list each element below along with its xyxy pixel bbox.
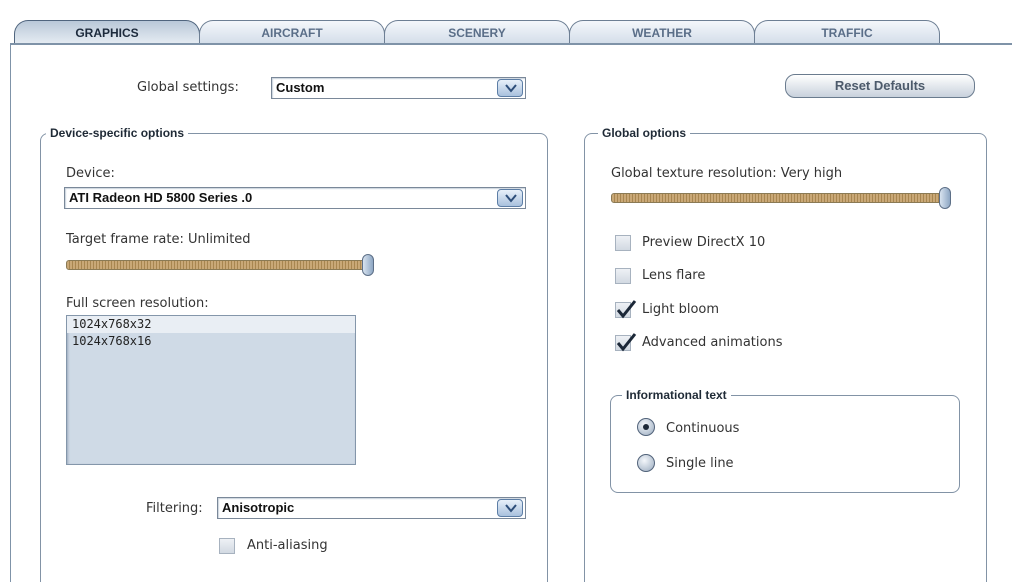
chevron-down-icon[interactable]: [497, 499, 523, 517]
tab-graphics[interactable]: GRAPHICS: [14, 20, 200, 45]
radio-dot-icon: [643, 424, 649, 430]
radio-single-line[interactable]: [637, 454, 655, 472]
tab-underline: [10, 43, 1012, 45]
anti-aliasing-label: Anti-aliasing: [247, 538, 328, 553]
resolution-item[interactable]: 1024x768x16: [67, 333, 355, 350]
resolution-label: Full screen resolution:: [66, 296, 209, 311]
chevron-down-icon[interactable]: [497, 79, 523, 97]
continuous-label: Continuous: [666, 421, 740, 436]
preview-directx10-checkbox[interactable]: [615, 235, 631, 251]
filtering-select[interactable]: Anisotropic: [217, 497, 526, 519]
tab-graphics-label: GRAPHICS: [75, 26, 139, 40]
lens-flare-label: Lens flare: [642, 268, 706, 283]
single-line-label: Single line: [666, 456, 734, 471]
light-bloom-checkbox[interactable]: [615, 300, 637, 319]
radio-continuous[interactable]: [637, 418, 655, 436]
global-settings-label: Global settings:: [137, 80, 239, 95]
global-settings-select[interactable]: Custom: [271, 77, 526, 99]
tab-traffic[interactable]: TRAFFIC: [754, 20, 940, 44]
frame-rate-label: Target frame rate: Unlimited: [66, 232, 251, 247]
tab-scenery[interactable]: SCENERY: [384, 20, 570, 44]
advanced-animations-label: Advanced animations: [642, 335, 783, 350]
lens-flare-checkbox[interactable]: [615, 268, 631, 284]
frame-rate-slider[interactable]: [66, 254, 374, 276]
checkmark-icon: [616, 300, 637, 319]
resolution-item[interactable]: 1024x768x32: [67, 316, 355, 333]
preview-directx10-label: Preview DirectX 10: [642, 235, 766, 250]
device-label: Device:: [66, 166, 115, 181]
filtering-value: Anisotropic: [222, 500, 295, 515]
filtering-label: Filtering:: [146, 501, 203, 516]
reset-defaults-button[interactable]: Reset Defaults: [785, 74, 975, 98]
tab-aircraft-label: AIRCRAFT: [261, 26, 323, 40]
info-text-title: Informational text: [622, 388, 731, 402]
texture-resolution-slider[interactable]: [611, 187, 951, 209]
tab-weather[interactable]: WEATHER: [569, 20, 755, 44]
info-text-group: [610, 395, 960, 493]
tab-scenery-label: SCENERY: [448, 26, 506, 40]
global-settings-value: Custom: [276, 80, 325, 95]
tab-traffic-label: TRAFFIC: [821, 26, 873, 40]
texture-resolution-thumb[interactable]: [939, 187, 951, 209]
tab-aircraft[interactable]: AIRCRAFT: [199, 20, 385, 44]
panel-left-border: [10, 44, 11, 582]
chevron-down-icon[interactable]: [497, 189, 523, 207]
device-select[interactable]: ATI Radeon HD 5800 Series .0: [64, 187, 526, 209]
resolution-listbox[interactable]: 1024x768x32 1024x768x16: [66, 315, 356, 465]
advanced-animations-checkbox[interactable]: [615, 333, 637, 352]
tab-weather-label: WEATHER: [632, 26, 692, 40]
device-options-title: Device-specific options: [46, 126, 189, 140]
anti-aliasing-checkbox[interactable]: [219, 538, 235, 554]
texture-resolution-track: [611, 193, 951, 203]
global-options-title: Global options: [598, 126, 690, 140]
tab-bar: GRAPHICS AIRCRAFT SCENERY WEATHER TRAFFI…: [0, 0, 1012, 45]
frame-rate-thumb[interactable]: [362, 254, 374, 276]
checkmark-icon: [616, 333, 637, 352]
light-bloom-label: Light bloom: [642, 302, 720, 317]
frame-rate-track: [66, 260, 374, 270]
device-value: ATI Radeon HD 5800 Series .0: [69, 190, 253, 205]
texture-resolution-label: Global texture resolution: Very high: [611, 166, 843, 181]
